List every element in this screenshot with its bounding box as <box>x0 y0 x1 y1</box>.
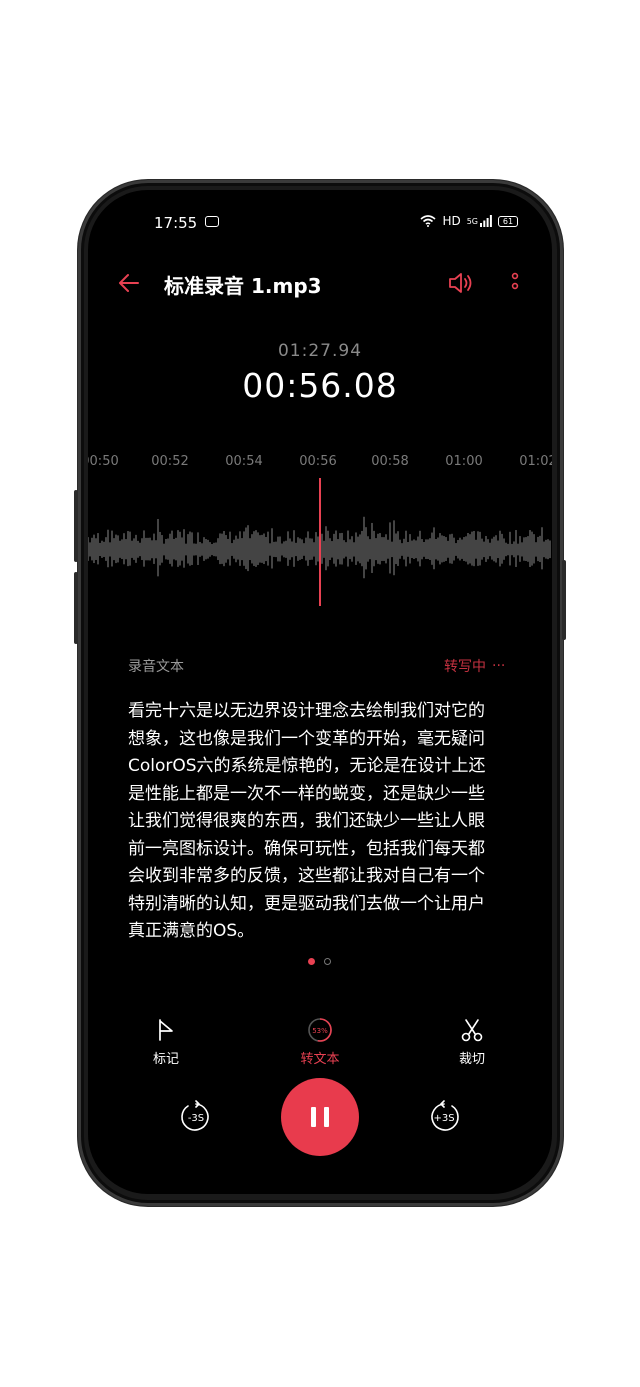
cut-button[interactable]: 裁切 <box>437 1016 507 1067</box>
timeline-ruler: 00:50 00:52 00:54 00:56 00:58 01:00 01:0… <box>88 454 552 474</box>
signal-icon <box>480 215 492 227</box>
flag-icon <box>159 1019 173 1041</box>
status-time: 17:55 <box>154 214 198 232</box>
more-dots-icon: ··· <box>492 658 506 674</box>
volume-button-lower <box>74 572 78 644</box>
scissors-icon <box>461 1019 483 1042</box>
pause-button[interactable] <box>281 1078 359 1156</box>
signal-type: 5G <box>466 216 478 226</box>
transcript-section-label: 录音文本 <box>128 659 184 675</box>
status-indicators: HD 5G 61 <box>420 214 518 228</box>
pause-icon-bar <box>324 1107 329 1127</box>
page-title: 标准录音 1.mp3 <box>164 274 322 298</box>
transcribe-button[interactable]: 53% 转文本 <box>285 1016 355 1067</box>
timeline-tick: 00:56 <box>299 454 337 469</box>
timeline-tick: 01:02 <box>519 454 552 469</box>
mark-label: 标记 <box>152 1052 179 1067</box>
network-type: HD <box>442 214 461 228</box>
playhead[interactable] <box>319 478 321 606</box>
current-position: 00:56.08 <box>242 366 398 405</box>
transcribe-progress: 53% <box>312 1027 328 1035</box>
timeline-tick: 01:00 <box>445 454 483 469</box>
wifi-icon <box>420 215 436 227</box>
more-vertical-icon[interactable] <box>508 270 522 296</box>
volume-button <box>74 490 78 562</box>
rewind-3s-icon[interactable]: -3S <box>179 1100 213 1134</box>
cut-label: 裁切 <box>458 1052 485 1067</box>
mark-button[interactable]: 标记 <box>131 1016 201 1067</box>
rewind-label: -3S <box>188 1113 204 1124</box>
pause-icon <box>311 1107 316 1127</box>
app-screen: 17:55 HD 5G 61 标准录音 1.mp3 01:27.94 00:56… <box>88 190 552 1194</box>
page-indicator <box>324 958 331 965</box>
back-arrow-icon[interactable] <box>116 270 142 296</box>
battery-icon: 61 <box>498 215 518 227</box>
timeline-tick: 00:50 <box>88 454 119 469</box>
forward-label: +3S <box>433 1113 454 1124</box>
total-duration: 01:27.94 <box>277 341 363 361</box>
transcribe-label: 转文本 <box>300 1052 340 1067</box>
transcription-status-text: 转写中 <box>444 659 486 675</box>
timeline-tick: 00:58 <box>371 454 409 469</box>
timeline-tick: 00:52 <box>151 454 189 469</box>
transcript-text: 看完十六是以无边界设计理念去绘制我们对它的 想象，这也像是我们一个变革的开始，毫… <box>128 701 486 941</box>
page-indicator-active <box>308 958 315 965</box>
power-button <box>562 560 566 640</box>
speaker-icon[interactable] <box>447 270 475 296</box>
progress-ring-icon: 53% <box>308 1018 332 1042</box>
transcription-status[interactable]: 转写中 ··· <box>444 656 505 676</box>
forward-3s-icon[interactable]: +3S <box>427 1100 461 1134</box>
notification-icon <box>205 216 219 227</box>
timeline-tick: 00:54 <box>225 454 263 469</box>
